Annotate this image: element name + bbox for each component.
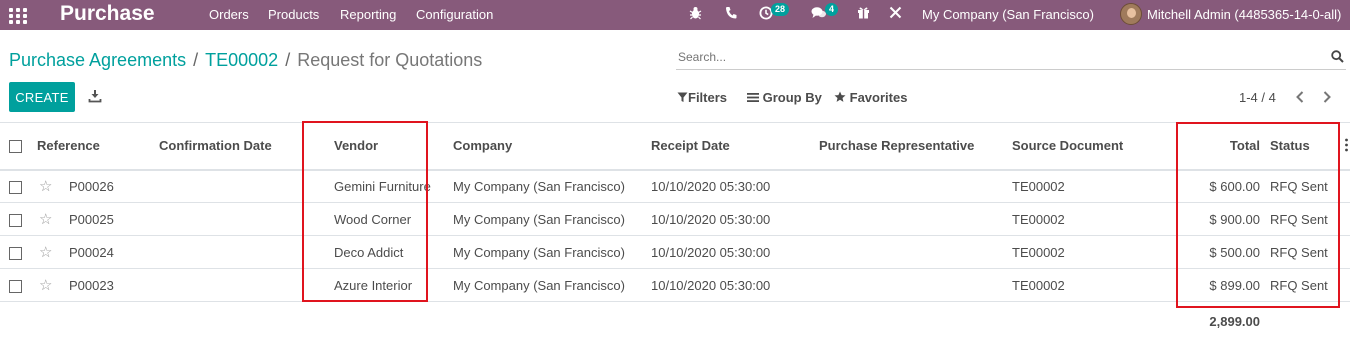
- cell-company: My Company (San Francisco): [453, 244, 625, 260]
- row-checkbox[interactable]: [0, 170, 37, 203]
- pager-next-button[interactable]: [1322, 90, 1332, 107]
- gift-icon[interactable]: [857, 6, 870, 22]
- cell-source-document: TE00002: [1012, 244, 1065, 260]
- star-icon: [834, 91, 846, 102]
- activity-count-badge: 28: [771, 3, 790, 16]
- cell-source-document: TE00002: [1012, 178, 1065, 194]
- cell-receipt-date: 10/10/2020 05:30:00: [651, 244, 771, 260]
- chevron-left-icon: [1296, 91, 1304, 103]
- cell-representative: [819, 170, 1009, 203]
- favorites-label: Favorites: [849, 90, 908, 105]
- cell-representative: [819, 203, 1009, 236]
- table-row[interactable]: ☆ P00023 Azure Interior My Company (San …: [0, 269, 1350, 302]
- search-box: [676, 45, 1346, 70]
- favorites-button[interactable]: Favorites: [834, 90, 907, 105]
- vendor-column-highlight: [302, 121, 428, 302]
- cell-reference: P00025: [69, 211, 114, 227]
- cell-company: My Company (San Francisco): [453, 277, 625, 293]
- apps-menu-icon[interactable]: [9, 8, 27, 24]
- cell-reference: P00024: [69, 244, 114, 260]
- breadcrumb-current: Request for Quotations: [297, 50, 483, 70]
- priority-star-icon[interactable]: ☆: [37, 203, 69, 236]
- cell-receipt-date: 10/10/2020 05:30:00: [651, 211, 771, 227]
- breadcrumb-purchase-agreements[interactable]: Purchase Agreements: [9, 50, 186, 70]
- cell-receipt-date: 10/10/2020 05:30:00: [651, 178, 771, 194]
- row-checkbox[interactable]: [0, 236, 37, 269]
- row-checkbox[interactable]: [0, 269, 37, 302]
- priority-star-icon[interactable]: ☆: [37, 269, 69, 302]
- table-row[interactable]: ☆ P00024 Deco Addict My Company (San Fra…: [0, 236, 1350, 269]
- cell-receipt-date: 10/10/2020 05:30:00: [651, 277, 771, 293]
- list-icon: [747, 93, 759, 102]
- cell-source-document: TE00002: [1012, 211, 1065, 227]
- optional-columns-icon[interactable]: [1344, 138, 1349, 157]
- table-row[interactable]: ☆ P00026 Gemini Furniture My Company (Sa…: [0, 170, 1350, 203]
- cell-representative: [819, 269, 1009, 302]
- column-purchase-representative[interactable]: Purchase Representative: [819, 123, 1009, 170]
- groupby-label: Group By: [762, 90, 822, 105]
- tools-cross-icon[interactable]: [889, 6, 902, 22]
- rfq-list: Reference Confirmation Date Vendor Compa…: [0, 122, 1350, 342]
- groupby-button[interactable]: Group By: [747, 90, 822, 105]
- search-icon[interactable]: [1331, 50, 1344, 63]
- column-source-document[interactable]: Source Document: [1009, 123, 1178, 170]
- messages-count-badge: 4: [825, 3, 839, 16]
- breadcrumb-agreement[interactable]: TE00002: [205, 50, 278, 70]
- pager-previous-button[interactable]: [1295, 90, 1305, 107]
- column-receipt-date[interactable]: Receipt Date: [651, 123, 819, 170]
- cell-reference: P00023: [69, 277, 114, 293]
- table-row[interactable]: ☆ P00025 Wood Corner My Company (San Fra…: [0, 203, 1350, 236]
- search-input[interactable]: [676, 45, 1316, 69]
- bug-icon[interactable]: [689, 6, 702, 23]
- app-title[interactable]: Purchase: [60, 2, 155, 26]
- filters-button[interactable]: Filters: [677, 90, 727, 105]
- filters-label: Filters: [688, 90, 728, 105]
- download-icon[interactable]: [88, 89, 102, 103]
- menu-configuration[interactable]: Configuration: [416, 7, 493, 22]
- table-footer: 2,899.00: [0, 302, 1350, 342]
- breadcrumb: Purchase Agreements / TE00002/Request for …: [9, 50, 483, 70]
- cell-reference: P00026: [69, 178, 114, 194]
- chevron-right-icon: [1323, 91, 1331, 103]
- phone-icon[interactable]: [725, 6, 737, 22]
- priority-star-icon[interactable]: ☆: [37, 170, 69, 203]
- company-switcher[interactable]: My Company (San Francisco): [922, 7, 1094, 22]
- row-checkbox[interactable]: [0, 203, 37, 236]
- total-status-highlight: [1176, 122, 1340, 308]
- cell-company: My Company (San Francisco): [453, 178, 625, 194]
- menu-reporting[interactable]: Reporting: [340, 7, 396, 22]
- table-header: Reference Confirmation Date Vendor Compa…: [0, 122, 1350, 170]
- cell-source-document: TE00002: [1012, 277, 1065, 293]
- menu-products[interactable]: Products: [268, 7, 319, 22]
- cell-representative: [819, 236, 1009, 269]
- filter-icon: [677, 92, 688, 102]
- create-button[interactable]: CREATE: [9, 82, 75, 112]
- top-navbar: Purchase Orders Products Reporting Confi…: [0, 0, 1350, 30]
- cell-company: My Company (San Francisco): [453, 211, 625, 227]
- priority-star-icon[interactable]: ☆: [37, 236, 69, 269]
- select-all-checkbox[interactable]: [0, 123, 37, 170]
- user-avatar[interactable]: [1120, 3, 1142, 25]
- pager-value[interactable]: 1-4 / 4: [1239, 90, 1276, 105]
- column-company[interactable]: Company: [446, 123, 651, 170]
- column-reference[interactable]: Reference: [37, 123, 159, 170]
- menu-orders[interactable]: Orders: [209, 7, 249, 22]
- user-menu[interactable]: Mitchell Admin (4485365-14-0-all): [1147, 7, 1341, 22]
